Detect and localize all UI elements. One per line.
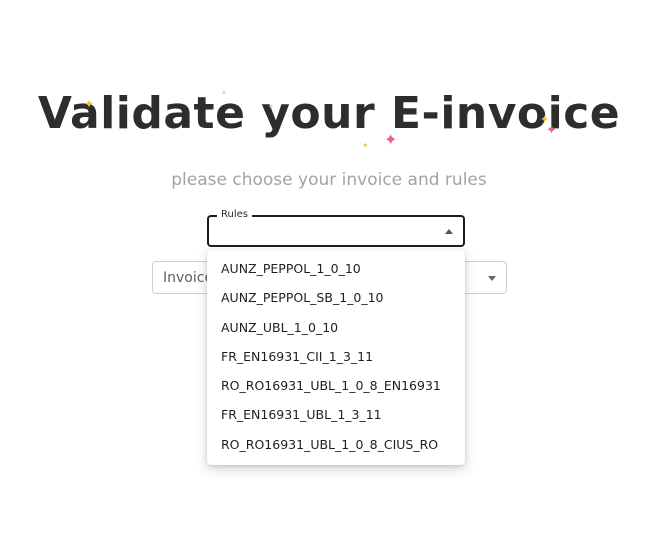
- rules-select-label: Rules: [217, 209, 252, 220]
- invoice-select-label: Invoice: [163, 270, 214, 286]
- rules-option[interactable]: RO_RO16931_UBL_1_0_8_EN16931: [207, 371, 465, 400]
- validate-page: Validate your E-invoice ✦ ✦ ✦ ✦ ✦ ✦ ✦ pl…: [0, 0, 658, 542]
- rules-option[interactable]: AUNZ_UBL_1_0_10: [207, 313, 465, 342]
- sparkle-decoration: ✦: [268, 103, 274, 111]
- sparkle-decoration: ✦: [84, 97, 95, 111]
- rules-option[interactable]: RO_RO16931_UBL_1_0_8_CIUS_RO: [207, 430, 465, 459]
- caret-down-icon[interactable]: [488, 276, 496, 281]
- caret-up-icon[interactable]: [445, 229, 453, 234]
- rules-option[interactable]: AUNZ_PEPPOL_SB_1_0_10: [207, 283, 465, 312]
- rules-select[interactable]: Rules: [207, 209, 465, 247]
- rules-option[interactable]: FR_EN16931_UBL_1_3_11: [207, 400, 465, 429]
- rules-option[interactable]: FR_EN16931_CII_1_3_11: [207, 342, 465, 371]
- sparkle-decoration: ✦: [221, 89, 227, 97]
- page-subtitle: please choose your invoice and rules: [171, 170, 487, 190]
- page-title: Validate your E-invoice: [37, 88, 621, 139]
- sparkle-decoration: ✦: [384, 130, 398, 149]
- rules-dropdown-menu: AUNZ_PEPPOL_1_0_10 AUNZ_PEPPOL_SB_1_0_10…: [207, 250, 465, 465]
- rules-option[interactable]: AUNZ_PEPPOL_1_0_10: [207, 254, 465, 283]
- sparkle-decoration: ✦: [362, 141, 369, 150]
- sparkle-decoration: ✦: [546, 123, 557, 138]
